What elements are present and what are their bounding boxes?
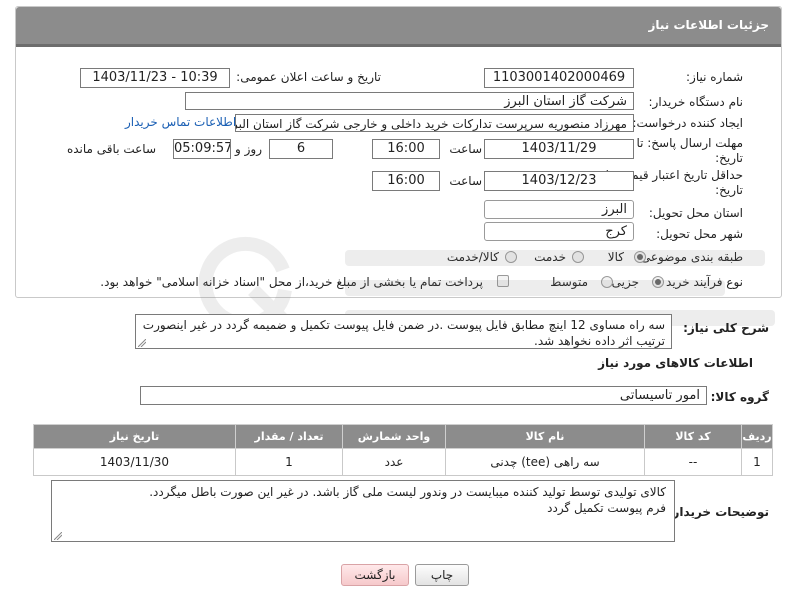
description-textarea[interactable]: سه راه مساوی 12 اینچ مطابق فایل پیوست .د… [135,314,672,349]
city-field[interactable]: کرج [484,222,634,241]
process-option-medium: متوسط [550,275,588,289]
cell-row-number: 1 [741,448,773,476]
buyer-org-field[interactable]: شرکت گاز استان البرز [185,92,634,110]
cell-need-date: 1403/11/30 [33,448,236,476]
deadline-label: مهلت ارسال پاسخ: تا [636,136,743,150]
panel-title: جزئیات اطلاعات نیاز [16,7,781,47]
column-header-row-number: ردیف [741,424,773,449]
price-validity-date-label: تاریخ: [715,183,743,197]
category-radio-service[interactable] [572,251,584,263]
process-option-minor: جزیی [611,275,639,289]
category-radio-goods-service[interactable] [505,251,517,263]
column-header-goods-name: نام کالا [445,424,645,449]
price-validity-date-field[interactable]: 1403/12/23 [484,171,634,191]
resize-handle-icon[interactable] [54,532,62,540]
category-option-service: خدمت [534,250,566,264]
column-header-quantity: تعداد / مقدار [235,424,343,449]
buyer-notes-line-2: فرم پیوست تکمیل گردد [547,501,666,515]
cell-quantity: 1 [235,448,343,476]
province-label: استان محل تحویل: [648,206,743,220]
process-radio-minor[interactable] [652,276,664,288]
column-header-unit: واحد شمارش [342,424,446,449]
treasury-payment-checkbox[interactable] [497,275,509,287]
goods-table-header: ردیف کد کالا نام کالا واحد شمارش تعداد /… [33,424,773,449]
buyer-org-label: نام دستگاه خریدار: [648,95,744,109]
category-label: طبقه بندی موضوعی: [636,250,743,264]
description-label: شرح کلی نیاز: [683,321,769,335]
goods-group-label: گروه کالا: [710,390,769,404]
need-number-field[interactable]: 1103001402000469 [484,68,634,88]
price-validity-time-field[interactable]: 16:00 [372,171,440,191]
goods-group-field[interactable]: امور تاسیساتی [140,386,707,405]
deadline-time-field[interactable]: 16:00 [372,139,440,159]
time-remaining-label: ساعت باقی مانده [66,142,156,156]
creator-label: ایجاد کننده درخواست: [632,116,743,130]
process-type-label: نوع فرآیند خرید : [658,275,743,289]
column-header-need-date: تاریخ نیاز [33,424,236,449]
buyer-notes-label: توضیحات خریدار: [667,505,769,519]
need-number-label: شماره نیاز: [686,70,743,84]
time-remaining-field[interactable]: 05:09:57 [173,139,231,159]
process-radio-medium[interactable] [601,276,613,288]
city-label: شهر محل تحویل: [656,227,743,241]
table-row[interactable]: 1 -- سه راهی (tee) چدنی عدد 1 1403/11/30 [33,448,773,476]
print-button[interactable]: چاپ [415,564,469,586]
goods-table: ردیف کد کالا نام کالا واحد شمارش تعداد /… [33,424,773,476]
cell-goods-code: -- [644,448,742,476]
treasury-payment-note: پرداخت تمام یا بخشی از مبلغ خرید،از محل … [100,275,483,289]
buyer-contact-link[interactable]: اطلاعات تماس خریدار [125,115,236,129]
category-radio-goods[interactable] [634,251,646,263]
deadline-time-label: ساعت [449,142,482,156]
deadline-date-field[interactable]: 1403/11/29 [484,139,634,159]
deadline-date-label: تاریخ: [715,151,743,165]
days-remaining-field[interactable]: 6 [269,139,333,159]
back-button[interactable]: بازگشت [341,564,409,586]
announce-date-label: تاریخ و ساعت اعلان عمومی: [236,70,381,84]
province-field[interactable]: البرز [484,200,634,219]
cell-goods-name: سه راهی (tee) چدنی [445,448,645,476]
buyer-notes-line-1: کالای تولیدی توسط تولید کننده میبایست در… [149,485,666,499]
goods-section-title: اطلاعات کالاهای مورد نیاز [598,356,753,370]
days-label: روز و [235,142,262,156]
cell-unit: عدد [342,448,446,476]
category-option-goods-service: کالا/خدمت [446,250,499,264]
resize-handle-icon[interactable] [138,339,146,347]
creator-field[interactable]: مهرزاد منصوریه سرپرست تدارکات خرید داخلی… [235,114,634,132]
buyer-notes-textarea[interactable]: کالای تولیدی توسط تولید کننده میبایست در… [51,480,675,542]
price-validity-time-label: ساعت [449,174,482,188]
category-option-goods: کالا [607,250,624,264]
column-header-goods-code: کد کالا [644,424,742,449]
announce-date-field[interactable]: 1403/11/23 - 10:39 [80,68,230,88]
